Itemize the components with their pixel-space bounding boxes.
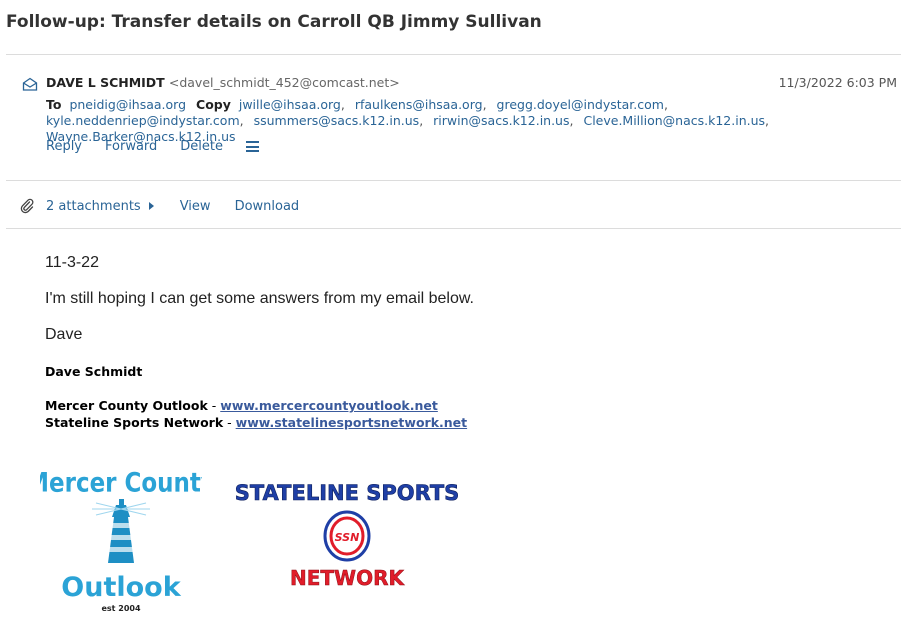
attachments-bar: 2 attachments View Download: [20, 198, 299, 214]
signature-line: Stateline Sports Network - www.stateline…: [45, 415, 467, 430]
message-actions: Reply Forward Delete: [46, 139, 260, 154]
logo-text: Mercer County: [40, 467, 202, 498]
body-text: I'm still hoping I can get some answers …: [45, 290, 474, 307]
ssn-badge-icon: SSN: [323, 510, 371, 562]
body-signoff: Dave: [45, 326, 83, 343]
caret-right-icon[interactable]: [148, 202, 154, 210]
recipient-address[interactable]: kyle.neddenriep@indystar.com: [46, 113, 240, 128]
recipient-address[interactable]: rfaulkens@ihsaa.org: [355, 97, 483, 112]
signature-name: Dave Schmidt: [45, 364, 143, 379]
mercer-link[interactable]: www.mercercountyoutlook.net: [220, 398, 438, 413]
body-date: 11-3-22: [45, 254, 99, 271]
logo-text: NETWORK: [290, 566, 406, 590]
to-label: To: [46, 97, 62, 112]
signature-label: Mercer County Outlook: [45, 398, 208, 413]
logo-text: STATELINE SPORTS: [235, 481, 460, 505]
view-attachments-button[interactable]: View: [180, 199, 211, 214]
paperclip-icon: [20, 198, 34, 214]
sender-email: <davel_schmidt_452@comcast.net>: [168, 75, 400, 90]
copy-label: Copy: [196, 97, 231, 112]
recipients: To pneidig@ihsaa.org Copy jwille@ihsaa.o…: [46, 97, 770, 144]
forward-button[interactable]: Forward: [105, 139, 157, 154]
recipient-address[interactable]: gregg.doyel@indystar.com: [497, 97, 664, 112]
mercer-county-outlook-logo: Mercer County Outlook est 2004: [40, 467, 202, 613]
recipient-address[interactable]: jwille@ihsaa.org: [239, 97, 341, 112]
download-attachments-button[interactable]: Download: [235, 199, 300, 214]
divider: [6, 180, 901, 181]
recipient-address[interactable]: Cleve.Million@nacs.k12.in.us: [583, 113, 765, 128]
divider: [6, 228, 901, 229]
message-date: 11/3/2022 6:03 PM: [778, 75, 897, 90]
stateline-sports-network-logo: STATELINE SPORTS SSN NETWORK: [234, 481, 460, 591]
hamburger-menu-icon[interactable]: [246, 141, 260, 152]
stateline-link[interactable]: www.statelinesportsnetwork.net: [236, 415, 467, 430]
envelope-open-icon: [22, 77, 38, 91]
recipient-address[interactable]: rirwin@sacs.k12.in.us: [433, 113, 569, 128]
reply-button[interactable]: Reply: [46, 139, 82, 154]
recipient-address[interactable]: pneidig@ihsaa.org: [69, 97, 186, 112]
sender-name[interactable]: DAVE L SCHMIDT: [46, 75, 165, 90]
sender: DAVE L SCHMIDT <davel_schmidt_452@comcas…: [46, 75, 400, 91]
email-subject: Follow-up: Transfer details on Carroll Q…: [6, 12, 542, 32]
logo-text: Outlook: [61, 572, 181, 603]
delete-button[interactable]: Delete: [180, 139, 223, 154]
recipient-address[interactable]: ssummers@sacs.k12.in.us: [254, 113, 420, 128]
separator: -: [223, 415, 236, 430]
logo-text: est 2004: [101, 604, 140, 613]
divider: [6, 54, 901, 55]
signature-line: Mercer County Outlook - www.mercercounty…: [45, 398, 438, 413]
signature-label: Stateline Sports Network: [45, 415, 224, 430]
logo-text: SSN: [335, 531, 360, 544]
lighthouse-icon: [92, 499, 150, 563]
attachments-toggle[interactable]: 2 attachments: [46, 199, 141, 214]
separator: -: [207, 398, 221, 413]
